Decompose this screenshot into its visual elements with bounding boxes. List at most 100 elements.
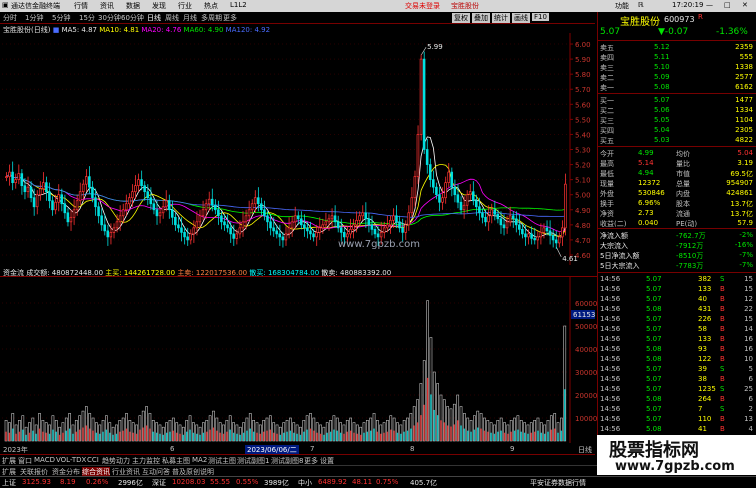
draw-line-button[interactable]: 画线 xyxy=(512,13,530,23)
menu-news[interactable]: 资讯 xyxy=(100,1,114,11)
ask-price: 5.09 xyxy=(654,73,670,81)
period-tab-30min[interactable]: 30分钟 xyxy=(98,13,121,23)
volume-fill xyxy=(530,432,532,441)
period-tab-5min[interactable]: 5分钟 xyxy=(52,13,70,23)
period-tab-week[interactable]: 周线 xyxy=(165,13,179,23)
period-tab-day[interactable]: 日线 xyxy=(147,13,161,23)
stat-row[interactable]: 现量 12372 总量 954907 xyxy=(598,179,756,189)
tab-macd[interactable]: MACD xyxy=(34,456,55,464)
bid-row[interactable]: 买二 5.06 1334 xyxy=(598,106,756,116)
tick-time: 14:56 xyxy=(600,395,621,403)
tick-volume: 7 xyxy=(698,405,703,413)
tick-row[interactable]: 14:56 5.07 382 S 15 xyxy=(598,275,756,285)
tick-row[interactable]: 14:56 5.07 7 S 2 xyxy=(598,405,756,415)
ask-row[interactable]: 卖二 5.09 2577 xyxy=(598,73,756,83)
close-icon[interactable]: ✕ xyxy=(742,1,748,9)
tab-cci[interactable]: CCI xyxy=(87,456,99,464)
candle xyxy=(487,215,490,223)
ask-row[interactable]: 卖三 5.10 1338 xyxy=(598,63,756,73)
stat-row[interactable]: 净资 2.73 流通 13.7亿 xyxy=(598,209,756,219)
stat-value: 2.73 xyxy=(638,209,654,217)
menu-discover[interactable]: 发现 xyxy=(152,1,166,11)
tick-time: 14:56 xyxy=(600,305,621,313)
tick-row[interactable]: 14:56 5.07 58 B 14 xyxy=(598,325,756,335)
menu-industry[interactable]: 行业 xyxy=(178,1,192,11)
tick-time: 14:56 xyxy=(600,355,621,363)
period-tab-more[interactable]: 更多 xyxy=(223,13,237,23)
volume-fill xyxy=(266,430,268,441)
stat-row[interactable]: 今开 4.99 均价 5.04 xyxy=(598,149,756,159)
volume-fill xyxy=(543,433,546,441)
volume-fill xyxy=(182,434,185,441)
adjust-button[interactable]: 复权 xyxy=(452,13,470,23)
ask-row[interactable]: 卖五 5.12 2359 xyxy=(598,43,756,53)
tick-row[interactable]: 14:56 5.08 264 B 6 xyxy=(598,395,756,405)
tick-row[interactable]: 14:56 5.07 133 B 15 xyxy=(598,285,756,295)
volume-fill xyxy=(196,433,198,441)
tick-row[interactable]: 14:56 5.07 38 B 6 xyxy=(598,375,756,385)
flow-row[interactable]: 5日大宗流入 -7783万 -7% xyxy=(598,261,756,271)
bid-row[interactable]: 买四 5.04 2305 xyxy=(598,126,756,136)
bid-price: 5.03 xyxy=(654,136,670,144)
candle xyxy=(481,212,484,218)
period-tab-15min[interactable]: 15分 xyxy=(79,13,95,23)
tick-time: 14:56 xyxy=(600,335,621,343)
tick-row[interactable]: 14:56 5.07 133 B 16 xyxy=(598,335,756,345)
period-tab-1min[interactable]: 1分钟 xyxy=(25,13,43,23)
candle xyxy=(407,212,411,226)
candlestick-chart[interactable]: 6.00 5.90 5.80 5.70 5.60 5.50 5.40 5.30 5.20 5.10… xyxy=(0,33,597,265)
tab-ma2[interactable]: MA2 xyxy=(192,456,207,464)
tick-row[interactable]: 14:56 5.08 122 B 10 xyxy=(598,355,756,365)
tick-count: 10 xyxy=(744,355,753,363)
menu-hot[interactable]: 热点 xyxy=(204,1,218,11)
flow-row[interactable]: 净流入额 -762.7万 -2% xyxy=(598,231,756,241)
login-notice[interactable]: 交易未登录 xyxy=(405,1,440,11)
flow-row[interactable]: 大宗流入 -7912万 -16% xyxy=(598,241,756,251)
tick-row[interactable]: 14:56 5.07 40 B 12 xyxy=(598,295,756,305)
flow-value: -7783万 xyxy=(676,262,704,270)
price-pct: -1.36% xyxy=(716,27,748,37)
stat-row[interactable]: 最低 4.94 市值 69.5亿 xyxy=(598,169,756,179)
menu-data[interactable]: 数据 xyxy=(126,1,140,11)
stat-row[interactable]: 最高 5.14 量比 3.19 xyxy=(598,159,756,169)
maximize-icon[interactable]: □ xyxy=(724,1,731,9)
candle xyxy=(23,185,27,193)
minimize-icon[interactable]: — xyxy=(706,1,713,9)
menu-l1l2[interactable]: L1L2 xyxy=(230,1,247,9)
tick-row[interactable]: 14:56 5.07 110 B 13 xyxy=(598,415,756,425)
ask-row[interactable]: 卖四 5.11 555 xyxy=(598,53,756,63)
tick-row[interactable]: 14:56 5.07 39 S 5 xyxy=(598,365,756,375)
flow-label: 净流入额 xyxy=(600,232,628,240)
stats-button[interactable]: 统计 xyxy=(492,13,510,23)
menu-quote[interactable]: 行情 xyxy=(74,1,88,11)
tick-row[interactable]: 14:56 5.07 226 B 15 xyxy=(598,315,756,325)
flow-row[interactable]: 5日净流入额 -8510万 -7% xyxy=(598,251,756,261)
bid-row[interactable]: 买三 5.05 1104 xyxy=(598,116,756,126)
ask-row[interactable]: 卖一 5.08 6162 xyxy=(598,83,756,93)
tick-row[interactable]: 14:56 5.08 93 B 16 xyxy=(598,345,756,355)
period-tab-multi[interactable]: 多周期 xyxy=(201,13,222,23)
bid-row[interactable]: 买一 5.07 1477 xyxy=(598,96,756,106)
stat-label: 换手 xyxy=(600,200,614,208)
candle xyxy=(244,215,248,223)
tick-row[interactable]: 14:56 5.08 431 B 22 xyxy=(598,305,756,315)
overlay-button[interactable]: 叠加 xyxy=(472,13,490,23)
f10-button[interactable]: F10 xyxy=(532,13,549,21)
stat-value: 530846 xyxy=(638,189,665,197)
stat-row[interactable]: 外盘 530846 内盘 424861 xyxy=(598,189,756,199)
period-tab-month[interactable]: 月线 xyxy=(183,13,197,23)
volume-chart[interactable]: 60000 50000 40000 30000 20000 10000 61153 xyxy=(0,276,597,443)
period-tab-fenshi[interactable]: 分时 xyxy=(3,13,17,23)
bid-row[interactable]: 买五 5.03 4822 xyxy=(598,136,756,146)
tick-row[interactable]: 14:56 5.07 1235 S 25 xyxy=(598,385,756,395)
volume-fill xyxy=(145,425,148,441)
tick-time: 14:56 xyxy=(600,365,621,373)
tick-row[interactable]: 14:56 5.08 41 B 4 xyxy=(598,425,756,435)
tick-count: 5 xyxy=(748,365,753,373)
tab-vol[interactable]: VOL-TDX xyxy=(56,456,86,464)
stat-row[interactable]: 换手 6.96% 股本 13.7亿 xyxy=(598,199,756,209)
candle xyxy=(186,236,189,241)
menu-function[interactable]: 功能 xyxy=(615,1,629,11)
period-tab-60min[interactable]: 60分钟 xyxy=(121,13,144,23)
menu-r[interactable]: ℝ xyxy=(638,1,644,9)
